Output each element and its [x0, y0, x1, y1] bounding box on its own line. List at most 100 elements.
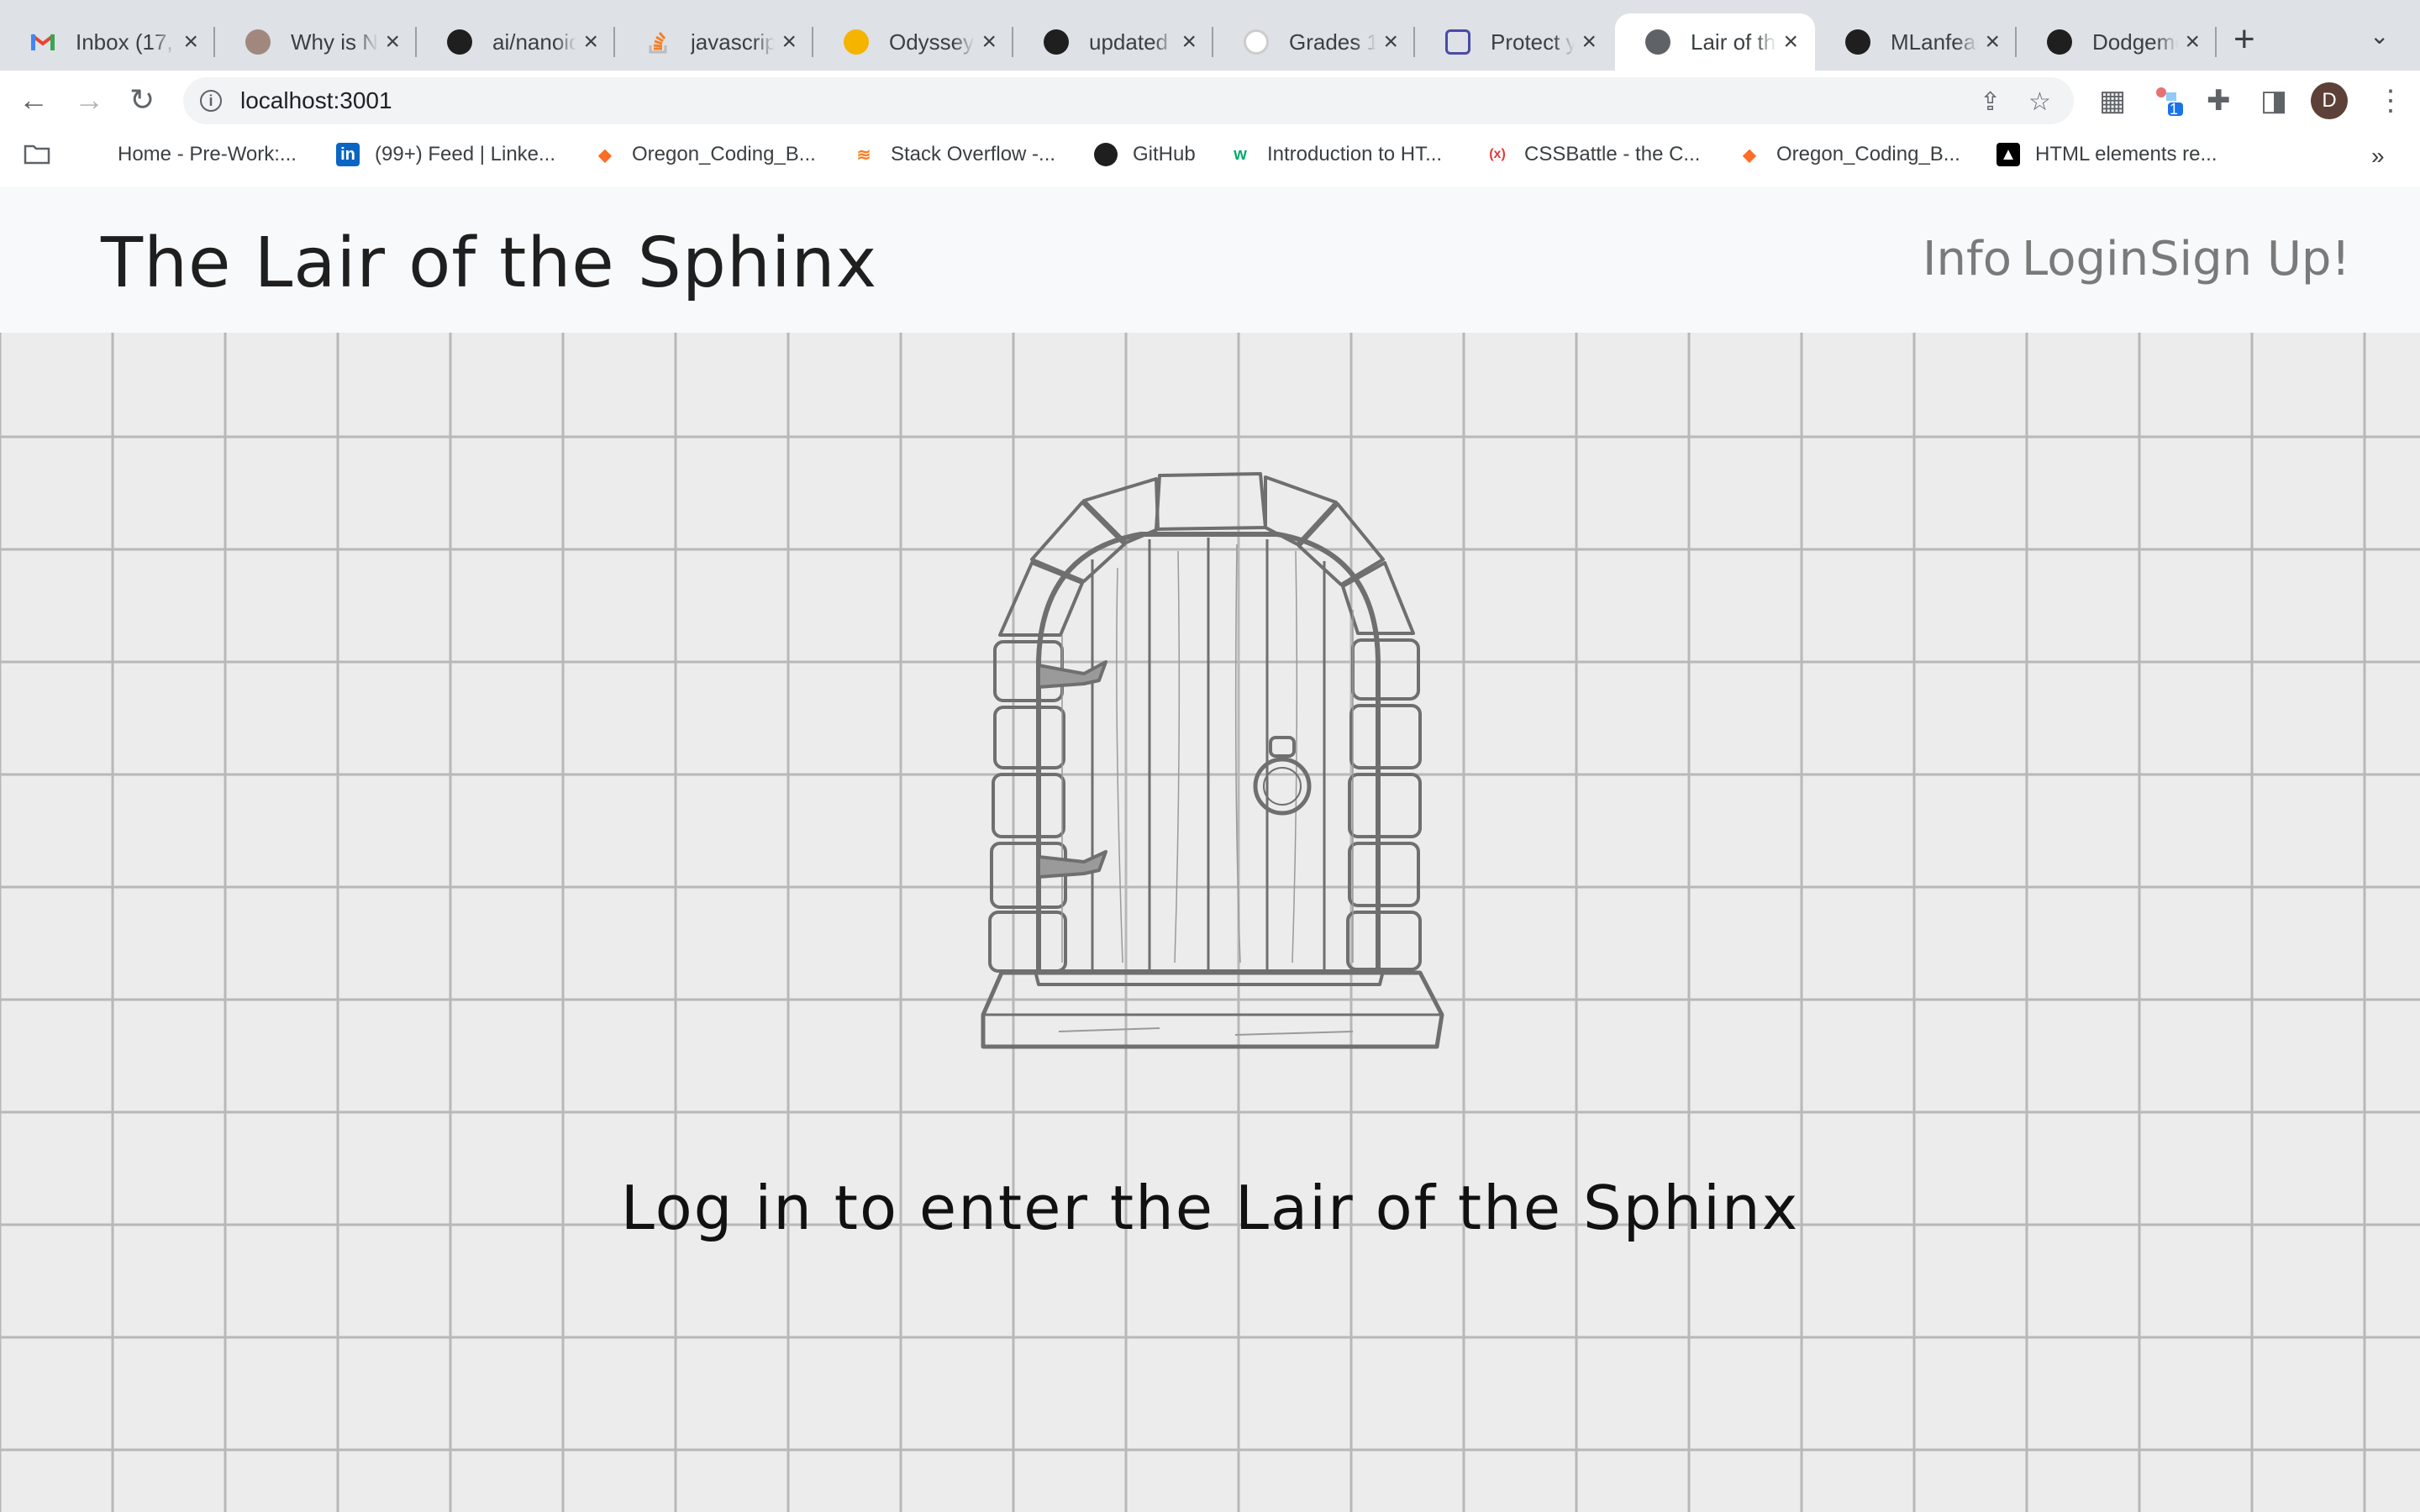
- tab-title: Inbox (17,: [76, 29, 173, 55]
- bookmark-label: Oregon_Coding_B...: [632, 143, 816, 165]
- linkedin-icon: in: [336, 143, 360, 166]
- site-title[interactable]: The Lair of the Sphinx: [101, 223, 877, 303]
- monkey-icon: [245, 29, 271, 55]
- bookmark-github[interactable]: GitHub: [1094, 143, 1196, 166]
- bookmark-label: (99+) Feed | Linke...: [375, 143, 556, 165]
- bookmarks-overflow-icon[interactable]: »: [2371, 143, 2385, 170]
- forward-button[interactable]: →: [74, 82, 104, 118]
- bookmark-home-prework[interactable]: Home - Pre-Work:...: [118, 143, 297, 166]
- bookmark-oregon-coding-1[interactable]: ◆ Oregon_Coding_B...: [593, 143, 816, 166]
- bookmark-label: Introduction to HT...: [1267, 143, 1443, 165]
- github-icon: [1845, 29, 1870, 55]
- tab-separator: [2215, 27, 2217, 57]
- tab-mlanfear[interactable]: MLanfear ×: [1815, 13, 2017, 71]
- globe-icon: [1645, 29, 1670, 55]
- calendar-extension-icon[interactable]: ▦: [2099, 84, 2126, 118]
- tab-title: Odyssey: [889, 29, 975, 55]
- tab-strip: Inbox (17, × Why is Na × ai/nanoid: × ja…: [0, 0, 2420, 71]
- stackoverflow-icon: ≋: [856, 145, 871, 165]
- github-icon: [447, 29, 472, 55]
- nav-signup-link[interactable]: Sign Up!: [2149, 232, 2350, 286]
- odyssey-icon: [844, 29, 869, 55]
- bookmarks-bar: Home - Pre-Work:... in (99+) Feed | Link…: [0, 129, 2420, 187]
- tab-grades[interactable]: Grades 11 ×: [1213, 13, 1415, 71]
- door-illustration[interactable]: [958, 467, 1462, 1072]
- nav-login-link[interactable]: Login: [2022, 232, 2149, 286]
- more-menu-icon[interactable]: ⋮: [2376, 84, 2405, 118]
- reload-button[interactable]: ↻: [129, 82, 155, 118]
- bookmark-label: Stack Overflow -...: [891, 143, 1056, 165]
- tab-title: Dodgeme: [2092, 29, 2179, 55]
- tab-why-is[interactable]: Why is Na ×: [215, 13, 417, 71]
- apps-folder-icon[interactable]: [24, 143, 50, 165]
- url-text[interactable]: localhost:3001: [240, 87, 392, 114]
- back-button[interactable]: ←: [18, 82, 49, 118]
- mdn-icon: ▲: [1996, 143, 2020, 166]
- github-icon: [2047, 29, 2072, 55]
- tab-title: Grades 11: [1289, 29, 1377, 55]
- bookmark-label: Home - Pre-Work:...: [118, 143, 297, 165]
- bookmark-label: HTML elements re...: [2035, 143, 2217, 165]
- bookmark-cssbattle[interactable]: (x) CSSBattle - the C...: [1486, 143, 1700, 166]
- stone-tile-background: Log in to enter the Lair of the Sphinx: [0, 333, 2420, 1512]
- tab-dodgeme[interactable]: Dodgeme ×: [2017, 13, 2217, 71]
- tab-title: Protect yo: [1491, 29, 1576, 55]
- gitlab-icon: ◆: [598, 145, 612, 165]
- tab-protect[interactable]: Protect yo ×: [1415, 13, 1613, 71]
- tab-nanoid[interactable]: ai/nanoid: ×: [417, 13, 615, 71]
- bookmark-oregon-coding-2[interactable]: ◆ Oregon_Coding_B...: [1738, 143, 1960, 166]
- extension-badge: 1: [2170, 101, 2179, 118]
- stackoverflow-icon: [645, 29, 671, 55]
- github-icon: [1094, 143, 1118, 166]
- close-icon[interactable]: ×: [1985, 28, 2000, 56]
- tab-title: Lair of the: [1691, 29, 1776, 55]
- bookmark-html-elements[interactable]: ▲ HTML elements re...: [1996, 143, 2217, 166]
- site-header: The Lair of the Sphinx Info Login Sign U…: [0, 186, 2420, 333]
- bookmark-intro-html[interactable]: w Introduction to HT...: [1228, 143, 1442, 166]
- cssbattle-icon: (x): [1489, 147, 1506, 161]
- address-bar[interactable]: i localhost:3001 ⇪ ☆: [183, 77, 2074, 124]
- extension-shapes-icon[interactable]: 1: [2151, 84, 2185, 125]
- bookmark-label: Oregon_Coding_B...: [1776, 143, 1960, 165]
- nav-info-link[interactable]: Info: [1923, 232, 2012, 286]
- gmail-icon: [30, 29, 55, 55]
- tab-search-chevron-icon[interactable]: ⌄: [2370, 22, 2389, 50]
- close-icon[interactable]: ×: [981, 28, 997, 56]
- tab-title: Why is Na: [291, 29, 378, 55]
- w3schools-icon: w: [1234, 144, 1247, 164]
- close-icon[interactable]: ×: [1181, 28, 1197, 56]
- bookmark-star-icon[interactable]: ☆: [2028, 87, 2051, 117]
- shield-icon: [1445, 29, 1470, 55]
- share-icon[interactable]: ⇪: [1980, 87, 2001, 117]
- close-icon[interactable]: ×: [781, 28, 797, 56]
- tab-title: javascript: [691, 29, 776, 55]
- bookmark-label: GitHub: [1133, 143, 1196, 165]
- tab-gmail[interactable]: Inbox (17, ×: [0, 13, 215, 71]
- browser-toolbar: ← → ↻ i localhost:3001 ⇪ ☆ ▦ 1 ✚ ◨ D ⋮: [0, 71, 2420, 129]
- tab-title: ai/nanoid:: [492, 29, 577, 55]
- gitlab-icon: ◆: [1743, 145, 1756, 165]
- close-icon[interactable]: ×: [583, 28, 598, 56]
- bookmark-stack-overflow[interactable]: ≋ Stack Overflow -...: [852, 143, 1055, 166]
- new-tab-button[interactable]: +: [2233, 18, 2255, 60]
- tab-title: updated: [1089, 29, 1168, 55]
- side-panel-icon[interactable]: ◨: [2260, 84, 2287, 118]
- tab-title: MLanfear: [1891, 29, 1979, 55]
- login-prompt-text: Log in to enter the Lair of the Sphinx: [620, 1173, 1800, 1243]
- close-icon[interactable]: ×: [385, 28, 400, 56]
- tab-javascript[interactable]: javascript ×: [615, 13, 813, 71]
- tab-lair-of-the-sphinx[interactable]: Lair of the ×: [1615, 13, 1815, 71]
- profile-avatar[interactable]: D: [2311, 82, 2348, 119]
- close-icon[interactable]: ×: [2185, 28, 2200, 56]
- bookmark-linkedin[interactable]: in (99+) Feed | Linke...: [336, 143, 555, 166]
- github-icon: [1044, 29, 1069, 55]
- tab-updated[interactable]: updated ×: [1013, 13, 1213, 71]
- close-icon[interactable]: ×: [183, 28, 198, 56]
- extensions-puzzle-icon[interactable]: ✚: [2207, 84, 2231, 118]
- site-info-icon[interactable]: i: [200, 90, 222, 112]
- bookmark-label: CSSBattle - the C...: [1524, 143, 1701, 165]
- close-icon[interactable]: ×: [1783, 28, 1798, 56]
- tab-odyssey[interactable]: Odyssey ×: [813, 13, 1013, 71]
- close-icon[interactable]: ×: [1383, 28, 1398, 56]
- close-icon[interactable]: ×: [1581, 28, 1597, 56]
